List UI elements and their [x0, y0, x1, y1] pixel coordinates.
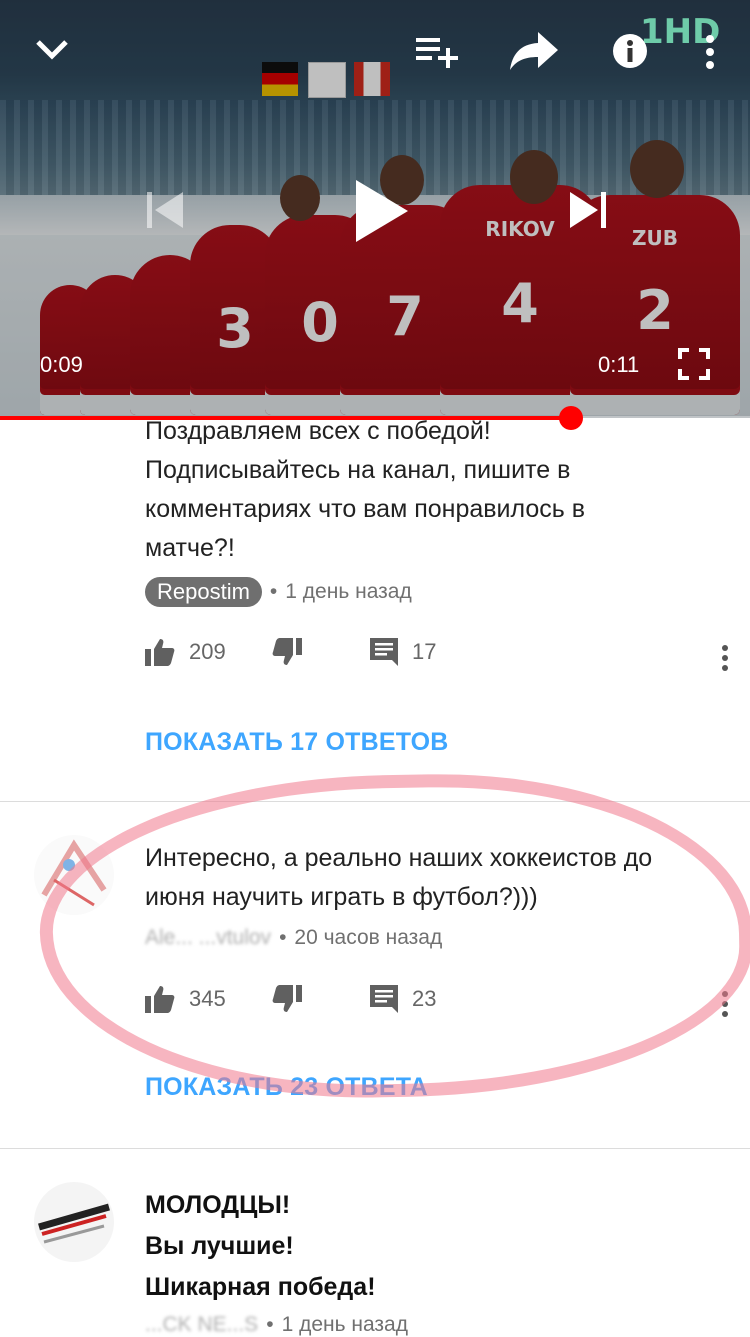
- comment-text: МОЛОДЦЫ! Вы лучшие! Шикарная победа!: [145, 1191, 376, 1301]
- author-name[interactable]: Ale... ...vtulov: [145, 926, 271, 950]
- more-vert-icon[interactable]: [722, 645, 728, 671]
- thumb-down-icon: [272, 985, 302, 1012]
- comment-icon: [370, 985, 398, 1013]
- comment-meta: ...CK NE...S • 1 день назад: [145, 1313, 408, 1337]
- dislike-button[interactable]: [272, 985, 302, 1013]
- more-vert-icon[interactable]: [704, 34, 716, 75]
- reply-count: 17: [412, 639, 437, 664]
- reply-button[interactable]: 23: [370, 985, 436, 1013]
- comment-actions: 345 23: [145, 985, 725, 1021]
- add-to-queue-icon[interactable]: [416, 36, 460, 73]
- reply-count: 23: [412, 986, 437, 1011]
- thumb-up-icon: [145, 639, 175, 666]
- avatar[interactable]: [34, 835, 114, 915]
- comment-time: 1 день назад: [281, 1313, 408, 1336]
- author-name[interactable]: ...CK NE...S: [145, 1313, 258, 1337]
- avatar[interactable]: [34, 1182, 114, 1262]
- next-icon[interactable]: [568, 190, 608, 235]
- info-icon[interactable]: [612, 33, 648, 74]
- video-player[interactable]: 3 0 7 RIKOV 4 ZUB 2 1HD 0:09 0:11: [0, 0, 750, 418]
- author-badge[interactable]: Repostim: [145, 577, 262, 607]
- channel-logo: 1HD: [640, 12, 721, 52]
- previous-icon[interactable]: [145, 190, 185, 235]
- comment-icon: [370, 638, 398, 666]
- reply-button[interactable]: 17: [370, 638, 436, 666]
- comment-text: Интересно, а реально наших хоккеистов до…: [145, 844, 653, 911]
- total-duration: 0:11: [598, 352, 640, 377]
- comment-time: 1 день назад: [285, 580, 412, 603]
- divider: [0, 801, 750, 802]
- comment-meta: Repostim • 1 день назад: [145, 577, 412, 607]
- dislike-button[interactable]: [272, 638, 302, 666]
- show-replies-link[interactable]: ПОКАЗАТЬ 17 ОТВЕТОВ: [145, 728, 449, 757]
- comment-actions: 209 17: [145, 638, 725, 674]
- thumb-up-icon: [145, 986, 175, 1013]
- show-replies-link[interactable]: ПОКАЗАТЬ 23 ОТВЕТА: [145, 1073, 428, 1102]
- like-count: 209: [189, 639, 226, 664]
- share-icon[interactable]: [510, 30, 560, 77]
- comment-meta: Ale... ...vtulov • 20 часов назад: [145, 926, 443, 950]
- elapsed-time: 0:09: [40, 352, 83, 377]
- like-button[interactable]: 209: [145, 638, 226, 666]
- more-vert-icon[interactable]: [722, 991, 728, 1017]
- like-button[interactable]: 345: [145, 985, 226, 1013]
- like-count: 345: [189, 986, 226, 1011]
- chevron-down-icon[interactable]: [34, 34, 70, 69]
- fullscreen-icon[interactable]: [678, 348, 710, 385]
- comment-time: 20 часов назад: [294, 926, 443, 949]
- thumb-down-icon: [272, 638, 302, 665]
- play-icon[interactable]: [352, 178, 410, 249]
- divider: [0, 1148, 750, 1149]
- comment-text: Поздравляем всех с победой! Подписывайте…: [145, 417, 586, 562]
